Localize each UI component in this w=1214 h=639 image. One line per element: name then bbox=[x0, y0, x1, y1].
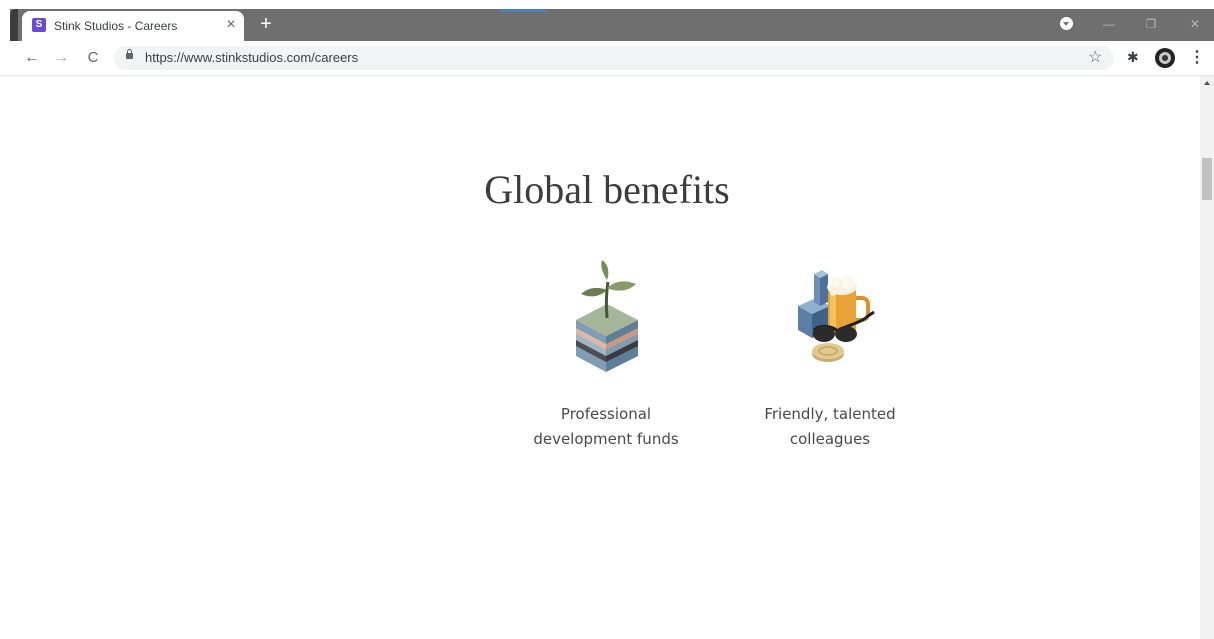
benefit-professional-development: Professional development funds bbox=[516, 254, 696, 452]
reload-icon[interactable]: C bbox=[82, 47, 104, 69]
close-window-button[interactable]: ✕ bbox=[1180, 12, 1210, 36]
window-edge bbox=[10, 9, 18, 41]
new-tab-button[interactable]: + bbox=[256, 12, 276, 36]
plant-soil-layers-icon bbox=[576, 260, 638, 372]
extensions-puzzle-icon[interactable]: ✱ bbox=[1127, 49, 1139, 66]
forward-arrow-icon[interactable]: → bbox=[50, 47, 72, 69]
tabstrip-accent bbox=[500, 9, 546, 12]
benefit-label-line-1: Friendly, talented bbox=[764, 405, 896, 423]
back-arrow-icon[interactable]: ← bbox=[21, 47, 43, 69]
browser-toolbar: ← → C https://www.stinkstudios.com/caree… bbox=[0, 41, 1214, 76]
tab-search-icon[interactable] bbox=[1060, 17, 1073, 30]
page-scrollbar[interactable] bbox=[1200, 76, 1214, 639]
benefit-label-line-1: Professional bbox=[560, 405, 652, 423]
benefit-label-line-2: development funds bbox=[533, 430, 679, 448]
address-bar[interactable]: https://www.stinkstudios.com/careers ☆ bbox=[114, 46, 1114, 70]
browser-menu-icon[interactable]: ⋮ bbox=[1189, 47, 1205, 67]
url-text[interactable]: https://www.stinkstudios.com/careers bbox=[145, 50, 358, 65]
tab-stink-studios-careers[interactable]: S Stink Studios - Careers × bbox=[22, 11, 244, 41]
profile-avatar[interactable] bbox=[1155, 48, 1175, 68]
benefit-friendly-colleagues: Friendly, talented colleagues bbox=[740, 254, 920, 452]
benefit-label: Professional development funds bbox=[516, 402, 696, 452]
bookmark-star-icon[interactable]: ☆ bbox=[1088, 47, 1102, 67]
scroll-up-arrow-icon[interactable] bbox=[1204, 81, 1210, 85]
stink-studios-favicon-icon: S bbox=[32, 18, 46, 32]
tab-close-icon[interactable]: × bbox=[222, 15, 240, 35]
benefit-label-line-2: colleagues bbox=[789, 430, 871, 448]
minimize-button[interactable]: — bbox=[1094, 12, 1124, 36]
page-title: Global benefits bbox=[484, 167, 730, 212]
benefit-label: Friendly, talented colleagues bbox=[740, 402, 920, 452]
beer-sunglasses-icon bbox=[798, 270, 875, 362]
browser-tabstrip: S Stink Studios - Careers × + — ❐ ✕ bbox=[0, 0, 1214, 41]
lock-icon[interactable] bbox=[126, 49, 133, 59]
tab-title: Stink Studios - Careers bbox=[54, 19, 178, 33]
maximize-button[interactable]: ❐ bbox=[1136, 12, 1166, 36]
